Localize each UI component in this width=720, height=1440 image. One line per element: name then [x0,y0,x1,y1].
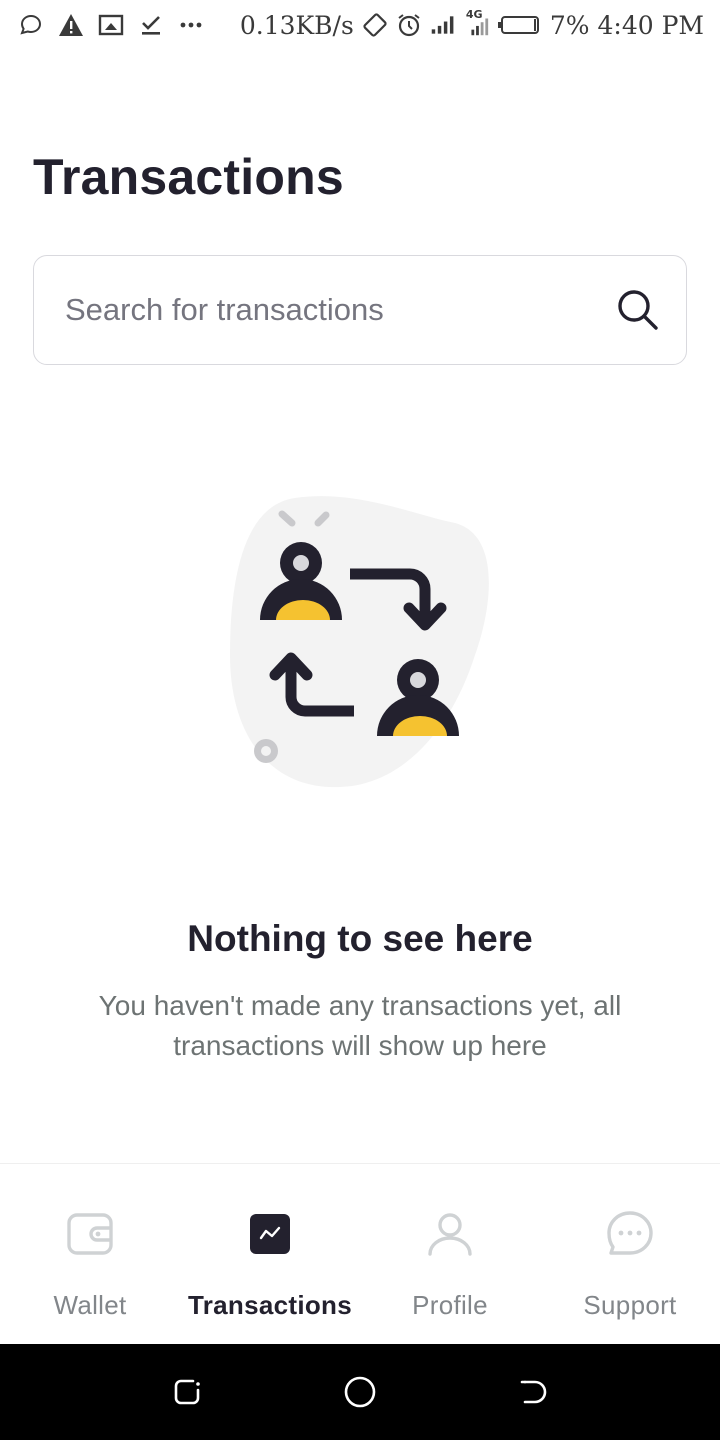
battery-icon [497,12,542,38]
clock: 4:40 PM [597,10,704,40]
nav-item-support[interactable]: Support [540,1164,720,1344]
search-bar[interactable] [33,255,687,365]
search-icon[interactable] [614,286,662,334]
nav-item-transactions[interactable]: Transactions [180,1164,360,1344]
nav-label-transactions: Transactions [188,1290,352,1320]
download-done-icon [138,12,164,38]
net-type: 4G [465,8,483,21]
support-chat-icon [606,1210,654,1258]
transactions-chart-icon [246,1210,294,1258]
nav-label-wallet: Wallet [53,1290,127,1320]
more-dots-icon [178,12,204,38]
search-input[interactable] [65,292,614,328]
signal-4g-icon: 4G [464,8,490,38]
nav-label-support: Support [583,1290,677,1320]
rotate-lock-icon [362,12,388,38]
signal-icon [430,12,456,38]
back-button[interactable] [513,1372,553,1412]
status-bar: 0.13KB/s 4G 7% 4:40 PM [0,0,720,50]
net-speed: 0.13KB/s [239,10,354,40]
page-title: Transactions [33,149,344,205]
screen-cast-icon [98,12,124,38]
empty-state-title: Nothing to see here [187,918,533,959]
recent-apps-button[interactable] [167,1372,207,1412]
empty-state-description: You haven't made any transactions yet, a… [98,990,622,1061]
profile-icon [426,1210,474,1258]
notification-icons [18,12,204,38]
empty-transactions-illustration [225,495,495,795]
system-status: 0.13KB/s 4G 7% 4:40 PM [210,8,704,40]
message-icon [18,12,44,38]
alarm-icon [396,12,422,38]
warning-icon [58,12,84,38]
nav-label-profile: Profile [412,1290,488,1320]
nav-item-wallet[interactable]: Wallet [0,1164,180,1344]
wallet-icon [66,1210,114,1258]
nav-item-profile[interactable]: Profile [360,1164,540,1344]
bottom-navigation: Wallet Transactions Profile Support [0,1163,720,1344]
home-button[interactable] [340,1372,380,1412]
system-navigation-bar [0,1344,720,1440]
battery-level: 7% [549,10,590,40]
